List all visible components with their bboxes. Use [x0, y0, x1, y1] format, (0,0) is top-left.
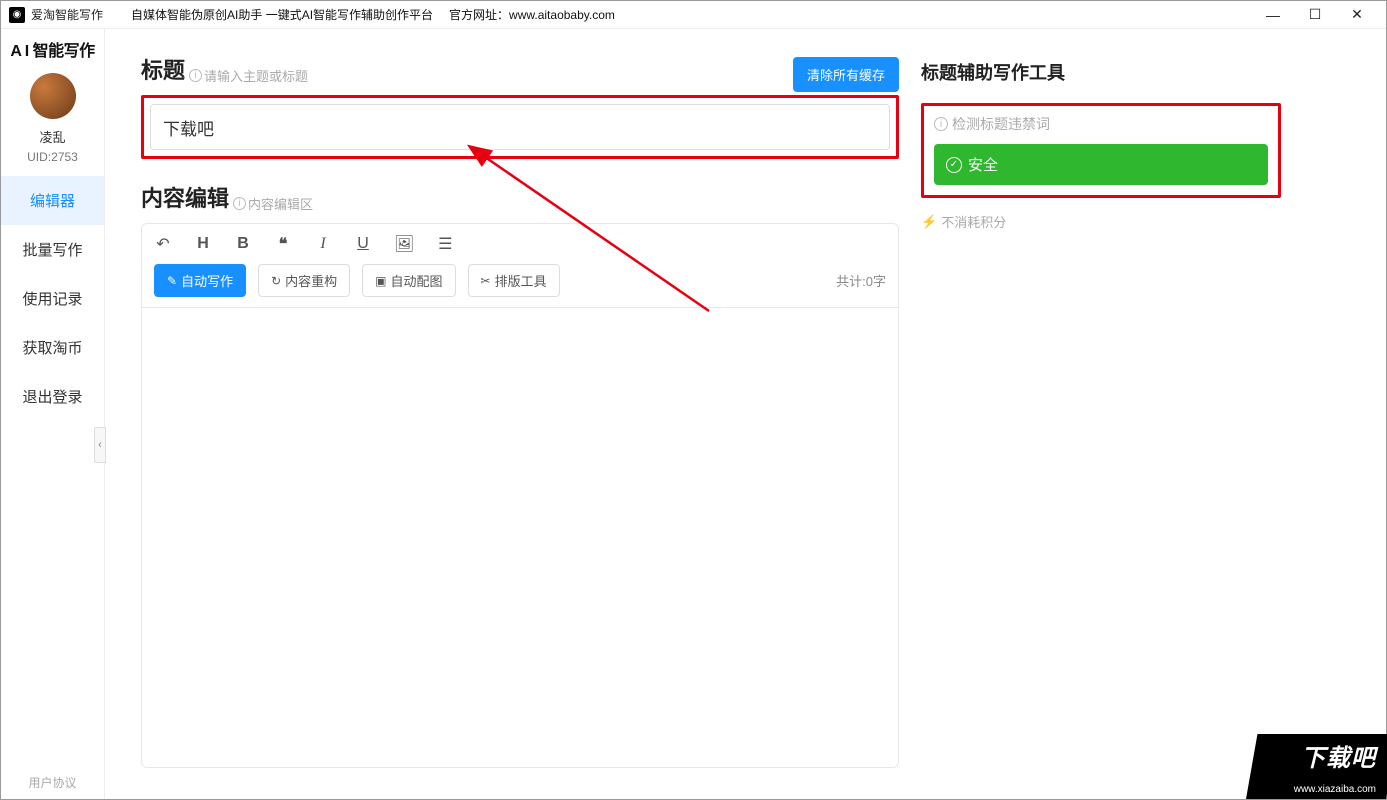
refresh-icon: ↻: [271, 274, 281, 288]
lightning-icon: ⚡: [921, 214, 937, 230]
heading-icon[interactable]: H: [194, 235, 212, 253]
nav: 编辑器 批量写作 使用记录 获取淘币 退出登录: [1, 176, 104, 421]
user-agreement-link[interactable]: 用户协议: [1, 774, 104, 791]
auto-write-button[interactable]: ✎自动写作: [154, 264, 246, 297]
auto-image-button[interactable]: ▣自动配图: [362, 264, 455, 297]
safe-status-bar: ✓ 安全: [934, 144, 1268, 185]
editor-body[interactable]: [141, 308, 899, 768]
sidebar: A I 智能写作 凌乱 UID:2753 编辑器 批量写作 使用记录 获取淘币 …: [1, 29, 105, 799]
quote-icon[interactable]: ❝: [274, 234, 292, 254]
info-icon: i: [233, 197, 246, 210]
layout-tool-button[interactable]: ✂排版工具: [468, 264, 560, 297]
check-forbidden-label: i 检测标题违禁词: [934, 114, 1268, 134]
undo-icon[interactable]: ↶: [154, 234, 172, 254]
maximize-button[interactable]: ☐: [1294, 3, 1336, 27]
nav-item-logout[interactable]: 退出登录: [1, 372, 104, 421]
watermark: 下载吧 www.xiazaiba.com: [1246, 734, 1386, 799]
editor-toolbar: ↶ H B ❝ I U 🖼 ☰ ✎自动写作 ↻内容重构 ▣自动配图 ✂排版工具: [141, 223, 899, 308]
title-input-highlight: [141, 95, 899, 159]
pencil-icon: ✎: [167, 274, 177, 288]
info-icon: i: [934, 117, 948, 131]
word-counter: 共计:0字: [836, 271, 886, 290]
info-icon: i: [189, 69, 202, 82]
title-hint: i 请输入主题或标题: [189, 66, 308, 85]
app-subtitle: 自媒体智能伪原创AI助手 一键式AI智能写作辅助创作平台: [131, 6, 433, 23]
content-heading: 内容编辑: [141, 181, 229, 213]
username: 凌乱: [39, 127, 65, 146]
align-icon[interactable]: ☰: [436, 234, 454, 254]
italic-icon[interactable]: I: [314, 235, 332, 253]
title-input[interactable]: [150, 104, 890, 150]
brand-text: A I 智能写作: [10, 37, 94, 61]
collapse-sidebar-button[interactable]: ‹: [94, 427, 106, 463]
official-site: 官方网址：www.aitaobaby.com: [449, 6, 615, 23]
nav-item-batch[interactable]: 批量写作: [1, 225, 104, 274]
app-logo-icon: ◉: [9, 7, 25, 23]
app-title: 爱淘智能写作: [31, 6, 103, 23]
right-heading: 标题辅助写作工具: [921, 59, 1281, 85]
points-hint: ⚡ 不消耗积分: [921, 212, 1281, 231]
nav-item-editor[interactable]: 编辑器: [1, 176, 104, 225]
bold-icon[interactable]: B: [234, 235, 252, 253]
window-controls: ― ☐ ✕: [1252, 3, 1378, 27]
underline-icon[interactable]: U: [354, 235, 372, 253]
avatar[interactable]: [30, 73, 76, 119]
layout-icon: ✂: [481, 274, 491, 288]
nav-item-coins[interactable]: 获取淘币: [1, 323, 104, 372]
title-heading: 标题: [141, 53, 185, 85]
content-hint: i 内容编辑区: [233, 194, 313, 213]
user-id: UID:2753: [27, 150, 78, 164]
restructure-button[interactable]: ↻内容重构: [258, 264, 350, 297]
clear-cache-button[interactable]: 清除所有缓存: [793, 57, 899, 92]
image-icon[interactable]: 🖼: [394, 234, 414, 254]
check-circle-icon: ✓: [946, 157, 962, 173]
check-highlight: i 检测标题违禁词 ✓ 安全: [921, 103, 1281, 198]
nav-item-history[interactable]: 使用记录: [1, 274, 104, 323]
title-bar: ◉ 爱淘智能写作 自媒体智能伪原创AI助手 一键式AI智能写作辅助创作平台 官方…: [1, 1, 1386, 29]
picture-icon: ▣: [375, 274, 386, 288]
close-button[interactable]: ✕: [1336, 3, 1378, 27]
minimize-button[interactable]: ―: [1252, 3, 1294, 27]
